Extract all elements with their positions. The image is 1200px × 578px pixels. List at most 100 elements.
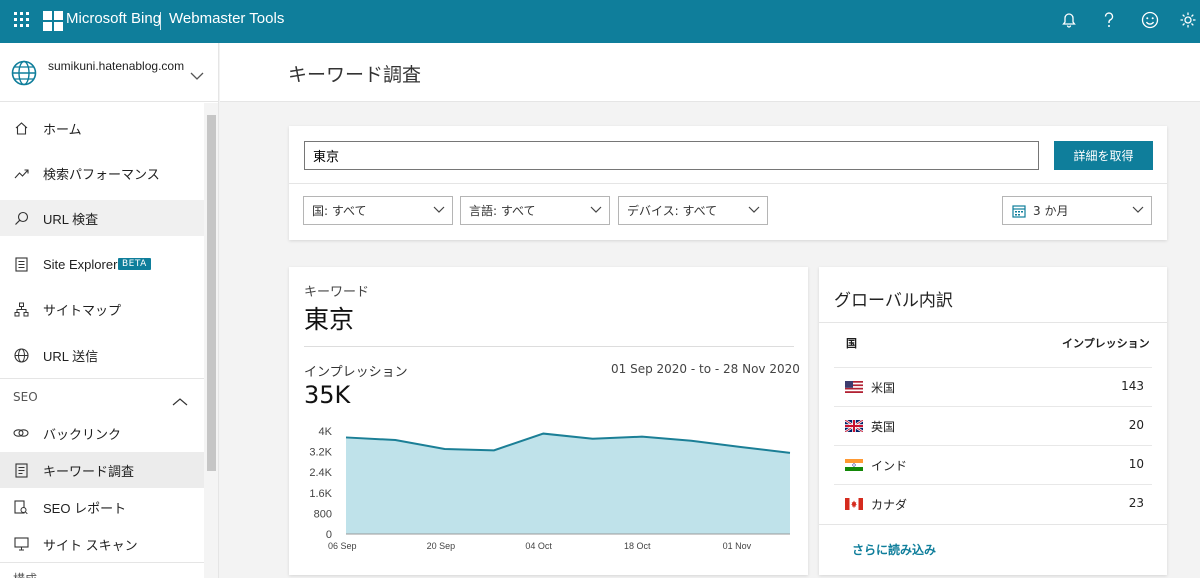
sidebar-scrollbar[interactable] — [204, 103, 218, 578]
sidebar-item-url-submission[interactable]: URL 送信 — [0, 337, 204, 373]
sidebar-item-label: Site Explorer — [43, 256, 118, 272]
country-dropdown-value: 国: すべて — [312, 204, 367, 218]
chart-area-fill — [346, 433, 790, 534]
table-row: 米国 143 — [834, 367, 1152, 406]
date-range: 01 Sep 2020 - to - 28 Nov 2020 — [611, 362, 800, 376]
settings-gear-icon[interactable] — [1178, 9, 1198, 31]
link-icon — [13, 425, 29, 441]
brand-divider — [160, 12, 161, 30]
chevron-down-icon — [748, 206, 760, 213]
load-more-link[interactable]: さらに読み込み — [852, 541, 936, 558]
column-header-impressions: インプレッション — [1062, 337, 1150, 350]
table-row: カナダ 23 — [834, 484, 1152, 523]
document-list-icon — [13, 256, 29, 272]
sidebar-item-search-performance[interactable]: 検索パフォーマンス — [0, 155, 204, 191]
country-impressions: 143 — [1121, 379, 1144, 393]
page-header: キーワード調査 — [220, 43, 1200, 102]
chevron-up-icon[interactable] — [172, 392, 188, 411]
globe-icon — [11, 60, 37, 86]
get-details-button[interactable]: 詳細を取得 — [1054, 141, 1153, 170]
sitemap-icon — [13, 301, 29, 317]
section-label: 構成 — [13, 570, 37, 578]
column-header-country: 国 — [846, 337, 857, 350]
scrollbar-thumb[interactable] — [207, 115, 216, 471]
device-dropdown[interactable]: デバイス: すべて — [618, 196, 768, 225]
sidebar-item-label: URL 検査 — [43, 211, 99, 227]
table-row: 英国 20 — [834, 406, 1152, 445]
sidebar-item-label: サイトマップ — [43, 302, 122, 318]
microsoft-logo-icon — [43, 11, 63, 31]
sidebar-section-config[interactable]: 構成 — [0, 566, 204, 578]
sidebar-section-seo[interactable]: SEO — [0, 379, 204, 415]
country-impressions: 20 — [1128, 418, 1144, 432]
brand-name[interactable]: Microsoft Bing — [66, 10, 161, 27]
table-row: インド 10 — [834, 445, 1152, 484]
keyword-search-input[interactable] — [304, 141, 1039, 170]
chevron-down-icon — [590, 206, 602, 213]
global-breakdown-title: グローバル内訳 — [834, 291, 953, 311]
sidebar-item-seo-reports[interactable]: SEO レポート — [0, 489, 204, 525]
section-label: SEO — [13, 390, 38, 404]
global-breakdown-card: グローバル内訳 国 インプレッション 米国 143 英国 20 インド 10 カ… — [819, 267, 1167, 575]
country-impressions: 23 — [1128, 496, 1144, 510]
section-divider — [0, 562, 204, 563]
search-icon — [13, 210, 29, 226]
sidebar-item-home[interactable]: ホーム — [0, 110, 204, 146]
sidebar-item-site-scan[interactable]: サイト スキャン — [0, 526, 204, 562]
sidebar-item-sitemaps[interactable]: サイトマップ — [0, 291, 204, 327]
search-card: 詳細を取得 国: すべて 言語: すべて デバイス: すべて 3 か月 — [289, 126, 1167, 240]
chevron-down-icon — [433, 206, 445, 213]
top-bar: Microsoft Bing Webmaster Tools — [0, 0, 1200, 43]
chart-x-tick-label: 18 Oct — [624, 541, 651, 551]
globe-icon — [13, 347, 29, 363]
impressions-total: 35K — [304, 381, 351, 409]
sidebar-item-backlinks[interactable]: バックリンク — [0, 415, 204, 451]
chart-y-tick-label: 0 — [326, 529, 332, 541]
language-dropdown-value: 言語: すべて — [469, 204, 536, 218]
country-name: カナダ — [871, 498, 908, 512]
product-name[interactable]: Webmaster Tools — [169, 10, 284, 27]
site-name[interactable]: sumikuni.hatenablog.com — [48, 59, 188, 74]
divider — [819, 524, 1167, 525]
keyword-label: キーワード — [304, 285, 370, 300]
chevron-down-icon[interactable] — [190, 66, 204, 80]
sidebar-item-label: ホーム — [43, 121, 82, 137]
monitor-scan-icon — [13, 536, 29, 552]
sidebar-item-url-inspection[interactable]: URL 検査 — [0, 200, 204, 236]
sidebar-item-label: 検索パフォーマンス — [43, 166, 160, 182]
chevron-down-icon — [1132, 206, 1144, 213]
sidebar-item-label: URL 送信 — [43, 348, 99, 364]
chart-y-tick-label: 3.2K — [309, 447, 332, 459]
sidebar-item-label: キーワード調査 — [43, 463, 135, 479]
divider — [819, 322, 1167, 323]
country-dropdown[interactable]: 国: すべて — [303, 196, 453, 225]
period-dropdown-value: 3 か月 — [1033, 204, 1069, 218]
app-launcher-icon[interactable] — [14, 12, 30, 28]
country-name: インド — [871, 459, 908, 473]
divider — [289, 183, 1167, 184]
chart-x-tick-label: 20 Sep — [427, 541, 456, 551]
sidebar-item-keyword-research[interactable]: キーワード調査 — [0, 452, 204, 488]
sidebar-item-label: SEO レポート — [43, 500, 127, 516]
calendar-icon — [1012, 205, 1026, 218]
feedback-smiley-icon[interactable] — [1139, 9, 1161, 31]
document-icon — [13, 462, 29, 478]
help-icon[interactable] — [1098, 9, 1120, 31]
report-icon — [13, 499, 29, 515]
site-selector[interactable]: sumikuni.hatenablog.com — [0, 43, 219, 102]
sidebar: sumikuni.hatenablog.com ホーム 検索パフォーマンス UR… — [0, 43, 219, 578]
chart-x-tick-label: 04 Oct — [525, 541, 552, 551]
notifications-bell-icon[interactable] — [1058, 9, 1080, 31]
page-title: キーワード調査 — [288, 64, 422, 86]
divider — [304, 346, 794, 347]
sidebar-item-site-explorer[interactable]: Site Explorer BETA — [0, 246, 204, 282]
chart-x-tick-label: 01 Nov — [723, 541, 752, 551]
language-dropdown[interactable]: 言語: すべて — [460, 196, 610, 225]
period-dropdown[interactable]: 3 か月 — [1002, 196, 1152, 225]
country-name: 英国 — [871, 420, 896, 434]
uk-flag-icon — [845, 420, 863, 432]
device-dropdown-value: デバイス: すべて — [627, 204, 718, 218]
canada-flag-icon — [845, 498, 863, 510]
beta-badge: BETA — [118, 258, 151, 270]
impressions-area-chart: 0 800 1.6K 2.4K 3.2K 4K 06 Sep 20 Sep 04 Oct 18 O… — [309, 426, 791, 551]
